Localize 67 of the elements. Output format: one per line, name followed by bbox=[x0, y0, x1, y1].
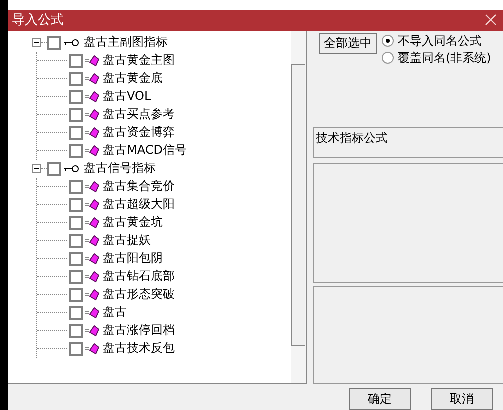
radio-button[interactable] bbox=[382, 35, 394, 48]
checkbox[interactable] bbox=[69, 270, 83, 284]
window-title: 导入公式 bbox=[12, 12, 64, 30]
radio-label[interactable]: 不导入同名公式 bbox=[398, 32, 482, 50]
gem-icon bbox=[85, 72, 100, 85]
tree-item[interactable]: 盘古涨停回档 bbox=[103, 322, 175, 340]
gem-icon bbox=[85, 144, 100, 157]
checkbox[interactable] bbox=[69, 324, 83, 338]
collapse-toggle[interactable] bbox=[32, 38, 41, 48]
gem-icon bbox=[85, 198, 100, 211]
tree-item[interactable]: 盘古 bbox=[103, 304, 127, 322]
radio-button[interactable] bbox=[382, 52, 394, 64]
dialog-button[interactable]: 确定 bbox=[349, 388, 411, 410]
tree-item[interactable]: 盘古钻石底部 bbox=[103, 268, 175, 286]
checkbox[interactable] bbox=[69, 72, 83, 86]
scrollbar[interactable] bbox=[291, 30, 306, 383]
checkbox[interactable] bbox=[69, 234, 83, 248]
tree-item[interactable]: 盘古技术反包 bbox=[103, 340, 175, 358]
checkbox[interactable] bbox=[69, 198, 83, 212]
gem-icon bbox=[85, 324, 100, 337]
checkbox[interactable] bbox=[69, 252, 83, 266]
checkbox[interactable] bbox=[69, 216, 83, 230]
checkbox[interactable] bbox=[69, 144, 83, 158]
key-icon bbox=[64, 38, 80, 47]
select-all-button[interactable]: 全部选中 bbox=[319, 32, 377, 54]
tree-item[interactable]: 盘古VOL bbox=[103, 88, 152, 106]
gem-icon bbox=[85, 54, 100, 67]
checkbox[interactable] bbox=[47, 36, 61, 50]
gem-icon bbox=[85, 270, 100, 283]
gem-icon bbox=[85, 288, 100, 301]
gem-icon bbox=[85, 108, 100, 121]
collapse-toggle[interactable] bbox=[32, 164, 41, 174]
checkbox[interactable] bbox=[47, 162, 61, 176]
gem-icon bbox=[85, 342, 100, 355]
checkbox[interactable] bbox=[69, 180, 83, 194]
tree-item[interactable]: 盘古黄金主图 bbox=[103, 52, 175, 70]
key-icon bbox=[64, 164, 80, 173]
radio-label[interactable]: 覆盖同名(非系统) bbox=[398, 50, 492, 67]
tree-item[interactable]: 盘古主副图指标 bbox=[84, 34, 168, 52]
tree-item[interactable]: 盘古买点参考 bbox=[103, 106, 175, 124]
gem-icon bbox=[85, 180, 100, 193]
gem-icon bbox=[85, 216, 100, 229]
gem-icon bbox=[85, 126, 100, 139]
tree-item[interactable]: 盘古集合竞价 bbox=[103, 178, 175, 196]
formula-label: 技术指标公式 bbox=[316, 130, 388, 147]
checkbox[interactable] bbox=[69, 54, 83, 68]
tree-item[interactable]: 盘古黄金底 bbox=[103, 70, 163, 88]
tree-item[interactable]: 盘古形态突破 bbox=[103, 286, 175, 304]
checkbox[interactable] bbox=[69, 342, 83, 356]
tree-item[interactable]: 盘古资金博弈 bbox=[103, 124, 175, 142]
tree-item[interactable]: 盘古黄金坑 bbox=[103, 214, 163, 232]
dialog-button[interactable]: 取消 bbox=[431, 388, 493, 410]
checkbox[interactable] bbox=[69, 108, 83, 122]
tree-item[interactable]: 盘古捉妖 bbox=[103, 232, 151, 250]
tree-item[interactable]: 盘古MACD信号 bbox=[103, 142, 187, 160]
tree-item[interactable]: 盘古阳包阴 bbox=[103, 250, 163, 268]
tree-item[interactable]: 盘古超级大阳 bbox=[103, 196, 175, 214]
gem-icon bbox=[85, 234, 100, 247]
gem-icon bbox=[85, 306, 100, 319]
close-icon[interactable] bbox=[485, 14, 497, 26]
gem-icon bbox=[85, 252, 100, 265]
checkbox[interactable] bbox=[69, 126, 83, 140]
checkbox[interactable] bbox=[69, 288, 83, 302]
checkbox[interactable] bbox=[69, 306, 83, 320]
checkbox[interactable] bbox=[69, 90, 83, 104]
gem-icon bbox=[85, 90, 100, 103]
tree-item[interactable]: 盘古信号指标 bbox=[84, 160, 156, 178]
